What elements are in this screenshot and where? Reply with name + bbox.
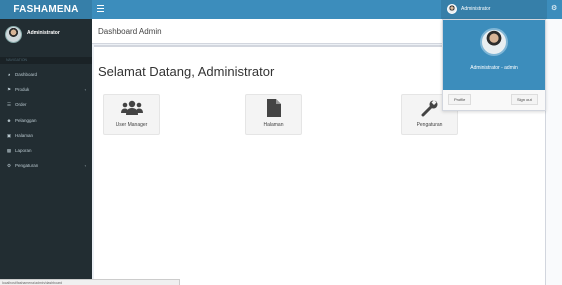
header-user-name: Administrator bbox=[461, 6, 491, 12]
dropdown-user-name: Administrator - admin bbox=[470, 65, 518, 71]
sidebar-item-label: Order bbox=[15, 102, 27, 108]
sidebar-item-label: Dashboard bbox=[15, 72, 38, 77]
sidebar-item-dashboard[interactable]: ◕ Dashboard bbox=[0, 67, 92, 82]
user-dropdown-header: Administrator - admin bbox=[443, 20, 545, 90]
cogs-icon: ⚙ bbox=[6, 163, 12, 169]
user-dropdown-footer: Profile Sign out bbox=[443, 90, 545, 110]
page-title: Dashboard Admin bbox=[98, 27, 162, 36]
tile-halaman[interactable]: Halaman bbox=[245, 94, 302, 135]
chevron-left-icon: ‹ bbox=[84, 87, 86, 93]
welcome-heading: Selamat Datang, Administrator bbox=[98, 64, 275, 79]
chevron-left-icon: ‹ bbox=[84, 163, 86, 169]
profile-button[interactable]: Profile bbox=[448, 94, 472, 105]
main-sidebar: Administrator NAVIGATION ◕ Dashboard ⚑ Pro… bbox=[0, 19, 92, 285]
browser-status-url: localhost/fashamena/admin/dashboard bbox=[0, 279, 180, 285]
sidebar-toggle-icon[interactable] bbox=[97, 5, 104, 13]
main-header: FASHAMENA Administrator ⚙ bbox=[0, 0, 562, 19]
header-avatar bbox=[447, 4, 457, 14]
file-icon: ▣ bbox=[6, 132, 12, 138]
users-icon: ☻ bbox=[6, 117, 12, 123]
sidebar-item-pelanggan[interactable]: ☻ Pelanggan bbox=[0, 113, 92, 128]
user-dropdown-menu: Administrator - admin Profile Sign out bbox=[442, 19, 546, 111]
sidebar-item-halaman[interactable]: ▣ Halaman bbox=[0, 128, 92, 143]
file-icon bbox=[246, 99, 301, 117]
user-menu-toggle[interactable]: Administrator bbox=[441, 0, 547, 19]
sidebar-item-label: Pengaturan bbox=[15, 163, 39, 169]
tile-label: Halaman bbox=[263, 122, 284, 128]
tile-label: User Manager bbox=[115, 122, 148, 128]
tile-label: Pengaturan bbox=[416, 122, 443, 128]
sidebar-item-label: Produk bbox=[15, 87, 30, 93]
users-icon bbox=[104, 99, 159, 117]
sidebar-item-label: Pelanggan bbox=[15, 117, 37, 123]
sidebar-menu: ◕ Dashboard ⚑ Produk ‹ ☰ Order ☻ Pelanggan ▣… bbox=[0, 67, 92, 173]
sidebar-user-name: Administrator bbox=[27, 30, 60, 36]
sidebar-avatar bbox=[5, 26, 22, 43]
app-logo[interactable]: FASHAMENA bbox=[0, 0, 92, 19]
report-icon: ▩ bbox=[6, 147, 12, 153]
sidebar-nav-header: NAVIGATION bbox=[0, 57, 92, 64]
sidebar-item-produk[interactable]: ⚑ Produk ‹ bbox=[0, 82, 92, 97]
signout-button[interactable]: Sign out bbox=[511, 94, 538, 105]
right-scroll-strip bbox=[545, 19, 562, 285]
sidebar-item-order[interactable]: ☰ Order bbox=[0, 97, 92, 112]
sidebar-item-pengaturan[interactable]: ⚙ Pengaturan ‹ bbox=[0, 158, 92, 173]
dropdown-avatar bbox=[480, 28, 508, 56]
sidebar-item-label: Halaman bbox=[15, 132, 34, 138]
tile-user-manager[interactable]: User Manager bbox=[103, 94, 160, 135]
user-panel: Administrator bbox=[0, 19, 92, 53]
dashboard-icon: ◕ bbox=[7, 72, 11, 77]
control-sidebar-gears-icon[interactable]: ⚙ bbox=[551, 5, 557, 13]
sidebar-item-laporan[interactable]: ▩ Laporan bbox=[0, 143, 92, 158]
list-icon: ☰ bbox=[6, 102, 12, 108]
tags-icon: ⚑ bbox=[6, 87, 12, 93]
sidebar-item-label: Laporan bbox=[15, 147, 32, 153]
